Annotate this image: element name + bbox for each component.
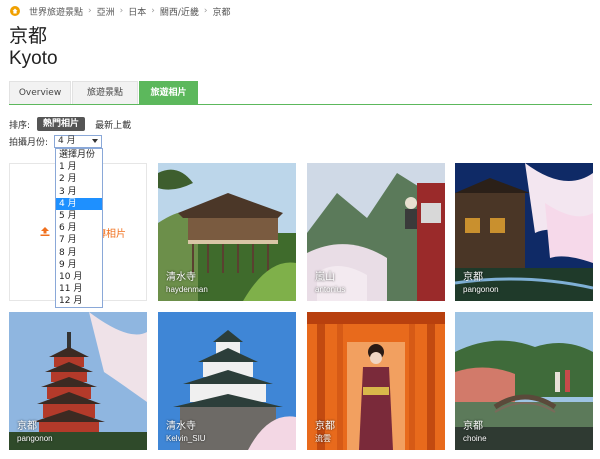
month-option[interactable]: 1 月: [56, 161, 102, 173]
month-filter-row: 拍攝月份: 4 月: [9, 135, 103, 148]
month-select-value: 4 月: [58, 136, 76, 146]
breadcrumb-item-asia[interactable]: 亞洲: [97, 5, 115, 18]
breadcrumb-item-kansai[interactable]: 關西/近畿: [160, 5, 199, 18]
photo-card[interactable]: 嵐山 antonius: [307, 163, 445, 301]
sort-row: 排序: 熱門相片 最新上載: [9, 117, 131, 131]
breadcrumb-separator: ›: [203, 6, 208, 16]
breadcrumb-item-japan[interactable]: 日本: [128, 5, 146, 18]
sort-popular-button[interactable]: 熱門相片: [37, 117, 86, 131]
photo-user[interactable]: haydenman: [166, 284, 208, 296]
month-option[interactable]: 5 月: [56, 210, 102, 222]
home-icon[interactable]: [10, 6, 20, 16]
photo-caption: 京都 流雲: [315, 421, 335, 445]
photo-user[interactable]: pangonon: [17, 433, 53, 445]
tab-photos[interactable]: 旅遊相片: [139, 81, 198, 104]
photo-user[interactable]: pangonon: [463, 284, 499, 296]
photo-card[interactable]: 京都 pangonon: [9, 312, 147, 450]
photo-caption: 嵐山 antonius: [315, 272, 345, 296]
breadcrumb: 世界旅遊景點 › 亞洲 › 日本 › 關西/近畿 › 京都: [10, 4, 231, 18]
photo-caption: 京都 pangonon: [17, 421, 53, 445]
month-select[interactable]: 4 月: [54, 135, 103, 148]
month-option[interactable]: 9 月: [56, 259, 102, 271]
tab-overview[interactable]: Overview: [9, 81, 71, 104]
month-option[interactable]: 8 月: [56, 247, 102, 259]
month-option[interactable]: 11 月: [56, 283, 102, 295]
sort-label: 排序:: [9, 120, 31, 131]
photo-card[interactable]: 清水寺 Kelvin_SIU: [158, 312, 296, 450]
photo-user[interactable]: antonius: [315, 284, 345, 296]
page-title-english: Kyoto: [9, 48, 58, 69]
photo-user[interactable]: Kelvin_SIU: [166, 433, 206, 445]
breadcrumb-separator: ›: [151, 6, 155, 16]
month-option-selected[interactable]: 4 月: [56, 197, 102, 210]
photo-card[interactable]: 京都 pangonon: [455, 163, 593, 301]
photo-place: 清水寺: [166, 421, 196, 432]
month-option[interactable]: 12 月: [56, 295, 102, 307]
month-option[interactable]: 7 月: [56, 234, 102, 246]
photo-user[interactable]: 流雲: [315, 433, 335, 445]
photo-caption: 清水寺 haydenman: [166, 272, 208, 296]
tab-underline: [9, 104, 592, 105]
photo-card[interactable]: 京都 choine: [455, 312, 593, 450]
breadcrumb-item-kyoto[interactable]: 京都: [213, 5, 231, 18]
photo-place: 清水寺: [166, 272, 196, 283]
photo-place: 京都: [463, 272, 483, 283]
photo-place: 京都: [315, 421, 335, 432]
breadcrumb-separator: ›: [88, 6, 92, 16]
chevron-down-icon: [92, 139, 99, 143]
month-dropdown-list: 選擇月份 1 月 2 月 3 月 4 月 5 月 6 月 7 月 8 月 9 月…: [55, 148, 103, 309]
photo-card[interactable]: 京都 流雲: [307, 312, 445, 450]
breadcrumb-separator: ›: [119, 6, 124, 16]
photo-user[interactable]: choine: [463, 433, 487, 445]
month-option[interactable]: 6 月: [56, 222, 102, 234]
tab-attractions[interactable]: 旅遊景點: [72, 81, 138, 104]
month-option[interactable]: 選擇月份: [56, 149, 102, 161]
breadcrumb-item-world[interactable]: 世界旅遊景點: [29, 5, 83, 18]
photo-place: 京都: [463, 421, 483, 432]
photo-place: 嵐山: [315, 272, 335, 283]
month-option[interactable]: 10 月: [56, 271, 102, 283]
month-option[interactable]: 2 月: [56, 173, 102, 185]
photo-card[interactable]: 清水寺 haydenman: [158, 163, 296, 301]
month-option[interactable]: 3 月: [56, 186, 102, 198]
month-label: 拍攝月份:: [9, 138, 49, 148]
page-title-chinese: 京都: [9, 25, 48, 47]
photo-caption: 京都 pangonon: [463, 272, 499, 296]
tab-bar: Overview 旅遊景點 旅遊相片: [9, 81, 199, 104]
photo-place: 京都: [17, 421, 37, 432]
upload-icon: [40, 226, 50, 239]
photo-caption: 京都 choine: [463, 421, 487, 445]
sort-latest-button[interactable]: 最新上載: [95, 118, 131, 131]
photo-caption: 清水寺 Kelvin_SIU: [166, 421, 206, 445]
